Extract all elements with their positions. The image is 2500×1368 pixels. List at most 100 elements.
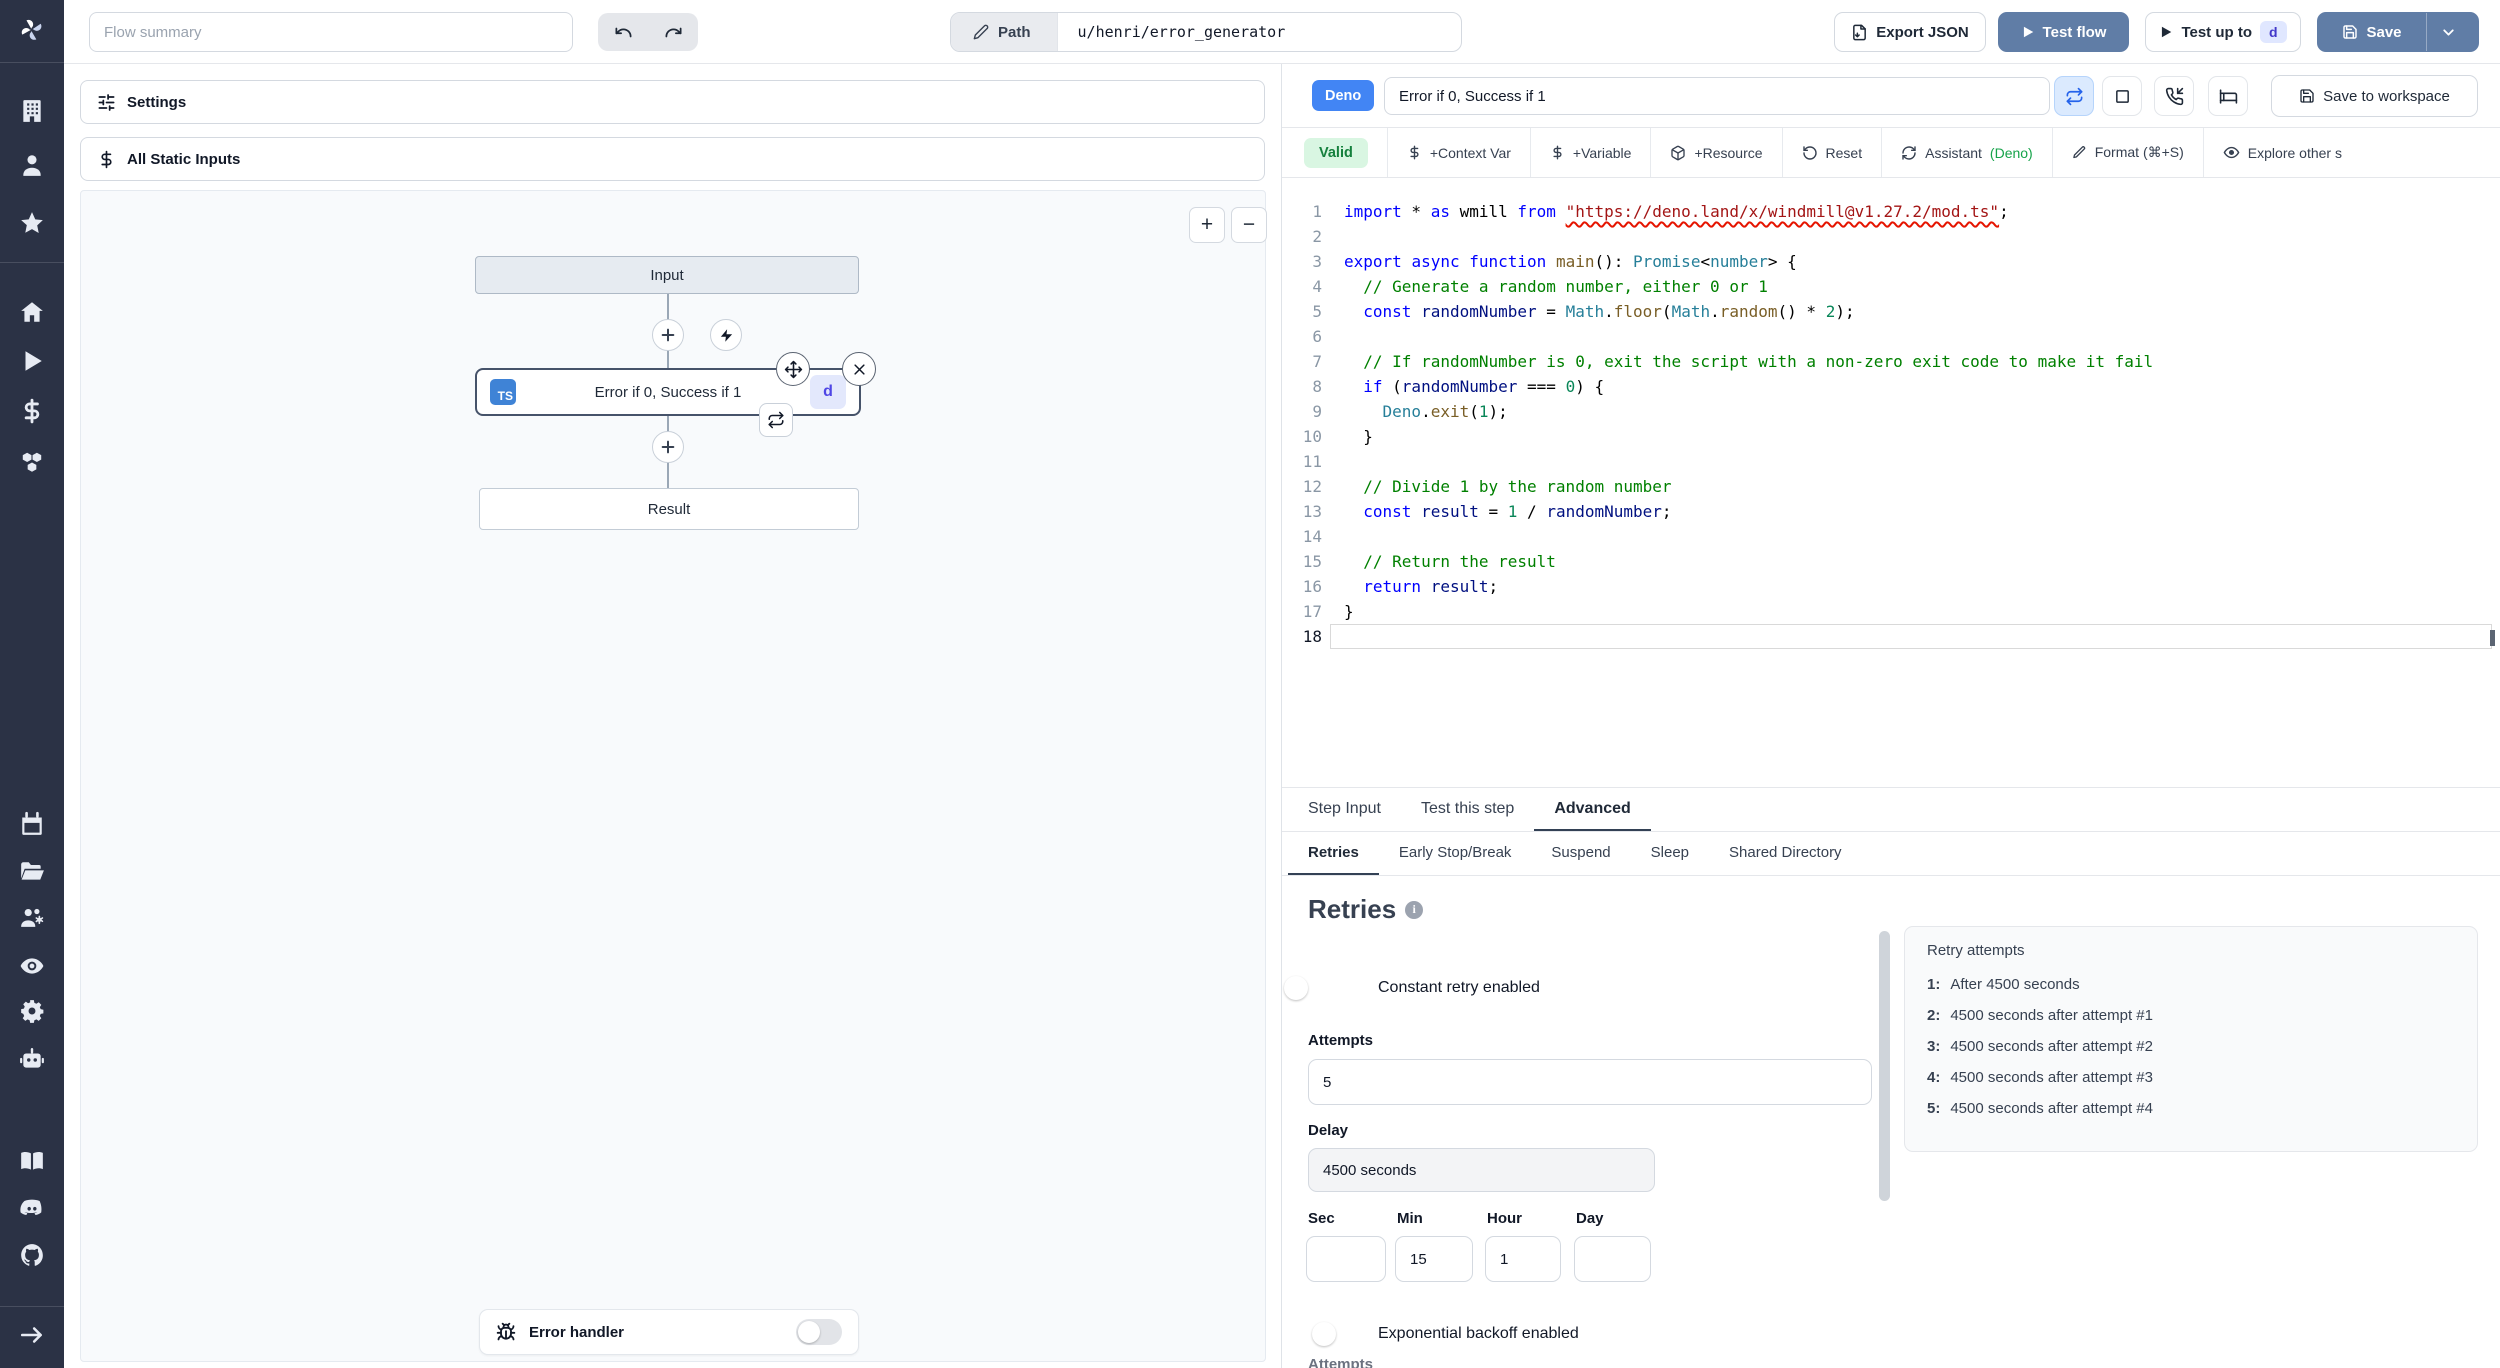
min-input[interactable] [1395, 1236, 1473, 1282]
path-value[interactable]: u/henri/error_generator [1058, 13, 1306, 51]
settings-gear-icon[interactable] [17, 996, 47, 1026]
early-stop-button[interactable] [2102, 76, 2142, 116]
code-line[interactable]: 6 [1282, 324, 2500, 349]
code-line[interactable]: 13 const result = 1 / randomNumber; [1282, 499, 2500, 524]
info-icon[interactable]: i [1405, 900, 1424, 919]
flow-settings-button[interactable]: Settings [80, 80, 1265, 124]
trigger-bolt-button[interactable] [710, 319, 742, 351]
code-line[interactable]: 3 export async function main(): Promise<n… [1282, 249, 2500, 274]
add-resource-button[interactable]: +Resource [1650, 128, 1781, 177]
audit-eye-icon[interactable] [17, 951, 47, 981]
format-button[interactable]: Format (⌘+S) [2051, 128, 2203, 177]
favorites-star-icon[interactable] [17, 208, 47, 238]
step-name-input[interactable] [1384, 77, 2050, 115]
path-label: Path [998, 23, 1031, 41]
folders-icon[interactable] [17, 857, 47, 887]
subtab-sleep[interactable]: Sleep [1631, 832, 1709, 875]
path-chip[interactable]: Path u/henri/error_generator [950, 12, 1462, 52]
discord-icon[interactable] [17, 1193, 47, 1223]
save-floppy-icon [2299, 88, 2315, 104]
flow-canvas[interactable]: + − Input TS Error if 0, Success if 1 d [80, 190, 1267, 1362]
code-line[interactable]: 11 [1282, 449, 2500, 474]
code-line[interactable]: 14 [1282, 524, 2500, 549]
move-step-button[interactable] [776, 352, 810, 386]
code-line[interactable]: 12 // Divide 1 by the random number [1282, 474, 2500, 499]
delete-step-button[interactable] [842, 352, 876, 386]
day-input[interactable] [1574, 1236, 1651, 1282]
code-line[interactable]: 8 if (randomNumber === 0) { [1282, 374, 2500, 399]
test-flow-button[interactable]: Test flow [1998, 12, 2129, 52]
code-line[interactable]: 4 // Generate a random number, either 0 … [1282, 274, 2500, 299]
subtab-retries[interactable]: Retries [1288, 832, 1379, 875]
retries-scrollbar[interactable] [1879, 931, 1890, 1201]
step-retry-indicator[interactable] [759, 403, 793, 437]
add-context-var-button[interactable]: +Context Var [1386, 128, 1530, 177]
code-line[interactable]: 9 Deno.exit(1); [1282, 399, 2500, 424]
tab-advanced[interactable]: Advanced [1534, 788, 1651, 831]
save-to-workspace-label: Save to workspace [2323, 87, 2450, 105]
insert-step-button[interactable] [652, 319, 684, 351]
runs-play-icon[interactable] [17, 346, 47, 376]
schedules-calendar-icon[interactable] [17, 809, 47, 839]
all-static-inputs-button[interactable]: All Static Inputs [80, 137, 1265, 181]
workers-bot-icon[interactable] [17, 1045, 47, 1075]
save-dropdown-button[interactable] [2425, 13, 2470, 51]
user-icon[interactable] [17, 150, 47, 180]
suspend-phone-button[interactable] [2154, 76, 2194, 116]
dollar-icon [97, 150, 116, 169]
code-editor[interactable]: 1 import * as wmill from "https://deno.la… [1282, 178, 2500, 788]
code-line[interactable]: 15 // Return the result [1282, 549, 2500, 574]
tab-test-this-step[interactable]: Test this step [1401, 788, 1534, 831]
hour-input[interactable] [1485, 1236, 1561, 1282]
save-label: Save [2366, 23, 2402, 41]
docs-book-icon[interactable] [17, 1146, 47, 1176]
save-to-workspace-button[interactable]: Save to workspace [2271, 75, 2478, 117]
all-static-inputs-label: All Static Inputs [127, 150, 241, 168]
variables-dollar-icon[interactable] [17, 396, 47, 426]
resources-boxes-icon[interactable] [17, 447, 47, 477]
expand-arrow-icon[interactable] [17, 1320, 47, 1350]
code-line[interactable]: 18 [1282, 624, 2500, 649]
flow-summary-input[interactable] [89, 12, 573, 52]
redo-button[interactable] [653, 16, 693, 48]
save-button[interactable]: Save [2326, 13, 2417, 51]
tab-step-input[interactable]: Step Input [1288, 788, 1401, 831]
assistant-button[interactable]: Assistant (Deno) [1881, 128, 2052, 177]
code-line[interactable]: 2 [1282, 224, 2500, 249]
subtab-early-stop[interactable]: Early Stop/Break [1379, 832, 1532, 875]
code-line[interactable]: 16 return result; [1282, 574, 2500, 599]
retries-toggle-button[interactable] [2054, 76, 2094, 116]
reset-button[interactable]: Reset [1781, 128, 1882, 177]
insert-step-button[interactable] [652, 431, 684, 463]
input-node[interactable]: Input [475, 256, 859, 294]
code-line[interactable]: 1 import * as wmill from "https://deno.la… [1282, 199, 2500, 224]
subtab-suspend[interactable]: Suspend [1531, 832, 1630, 875]
code-line[interactable]: 17} [1282, 599, 2500, 624]
advanced-subtabs: Retries Early Stop/Break Suspend Sleep S… [1282, 832, 2500, 876]
attempts-input[interactable] [1308, 1059, 1872, 1105]
windmill-logo-icon[interactable] [17, 15, 47, 45]
github-icon[interactable] [17, 1240, 47, 1270]
sec-input[interactable] [1306, 1236, 1386, 1282]
result-node[interactable]: Result [479, 488, 859, 530]
test-up-to-button[interactable]: Test up to d [2145, 12, 2301, 52]
error-handler-toggle[interactable] [796, 1319, 842, 1345]
sleep-bed-button[interactable] [2208, 76, 2248, 116]
error-handler-bar[interactable]: Error handler [479, 1309, 859, 1355]
subtab-shared-directory[interactable]: Shared Directory [1709, 832, 1862, 875]
canvas-zoom-out-button[interactable]: − [1231, 207, 1267, 243]
bug-icon [496, 1322, 516, 1342]
explore-button[interactable]: Explore other s [2202, 128, 2361, 177]
delay-summary-input [1308, 1148, 1655, 1192]
groups-users-settings-icon[interactable] [17, 903, 47, 933]
code-line[interactable]: 10 } [1282, 424, 2500, 449]
code-line[interactable]: 7 // If randomNumber is 0, exit the scri… [1282, 349, 2500, 374]
add-variable-button[interactable]: +Variable [1529, 128, 1651, 177]
home-icon[interactable] [17, 297, 47, 327]
undo-button[interactable] [603, 16, 643, 48]
code-line[interactable]: 5 const randomNumber = Math.floor(Math.r… [1282, 299, 2500, 324]
test-up-to-step-badge[interactable]: d [2259, 21, 2287, 43]
workspace-building-icon[interactable] [17, 96, 47, 126]
export-json-button[interactable]: Export JSON [1834, 12, 1986, 52]
canvas-zoom-in-button[interactable]: + [1189, 207, 1225, 243]
